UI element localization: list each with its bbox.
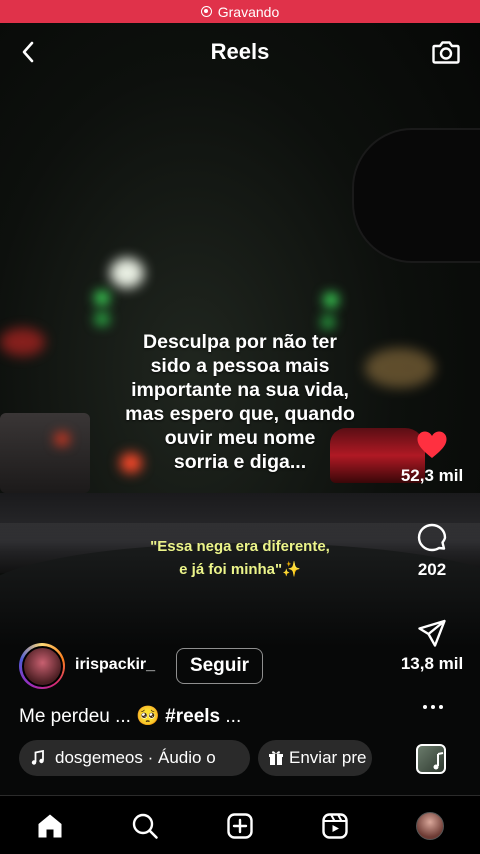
comment-count: 202 — [417, 560, 447, 579]
share-button[interactable]: 13,8 mil — [387, 618, 477, 674]
profile-avatar — [416, 812, 444, 840]
recording-indicator: Gravando — [0, 0, 480, 23]
gift-pill[interactable]: Enviar pre — [258, 740, 372, 776]
like-button[interactable]: 52,3 mil — [387, 430, 477, 486]
search-icon — [132, 813, 158, 839]
audio-pill[interactable]: dosgemeos · Áudio o — [19, 740, 250, 776]
caption-text: Me perdeu ... 🥺 — [19, 706, 160, 727]
nav-search[interactable] — [129, 810, 161, 842]
caption-more[interactable]: ... — [225, 706, 241, 727]
audio-thumbnail[interactable] — [416, 744, 446, 774]
more-options-button[interactable] — [418, 700, 448, 714]
share-count: 13,8 mil — [400, 654, 464, 673]
author-avatar[interactable] — [19, 643, 65, 689]
reels-icon — [322, 813, 348, 839]
video-overlay-quote: "Essa nega era diferente, e já foi minha… — [150, 538, 330, 578]
dot-icon — [423, 705, 427, 709]
camera-button[interactable] — [430, 36, 462, 68]
hashtag-link[interactable]: #reels — [165, 706, 220, 727]
bottom-navigation — [0, 795, 480, 854]
traffic-light — [95, 291, 109, 305]
page-title: Reels — [210, 39, 270, 64]
avatar — [21, 645, 63, 687]
nav-reels[interactable] — [319, 810, 351, 842]
heart-icon — [417, 431, 447, 458]
music-note-icon — [31, 750, 44, 765]
nav-profile[interactable] — [414, 810, 446, 842]
gift-label: Enviar pre — [289, 748, 367, 767]
nav-home[interactable] — [34, 810, 66, 842]
recording-label: Gravando — [217, 3, 280, 20]
record-icon — [200, 6, 212, 17]
comment-icon — [417, 523, 447, 552]
traffic-light — [322, 316, 334, 328]
gift-icon — [269, 751, 283, 765]
send-icon — [418, 619, 446, 647]
traffic-light — [324, 293, 338, 307]
like-count: 52,3 mil — [400, 466, 464, 485]
dot-icon — [439, 705, 443, 709]
music-note-icon — [433, 752, 444, 770]
dot-icon — [431, 705, 435, 709]
sign-light — [0, 328, 45, 356]
comment-button[interactable]: 202 — [387, 522, 477, 580]
video-overlay-text: Desculpa por não ter sido a pessoa mais … — [125, 331, 355, 473]
audio-label: dosgemeos · Áudio o — [55, 748, 216, 767]
follow-button[interactable]: Seguir — [176, 648, 263, 684]
author-username[interactable]: irispackir_ — [75, 656, 155, 674]
home-icon — [38, 814, 62, 838]
post-caption[interactable]: Me perdeu ... 🥺 #reels ... — [19, 704, 241, 728]
tail-light — [55, 433, 69, 445]
nav-create[interactable] — [224, 810, 256, 842]
create-icon — [227, 813, 253, 839]
street-light — [110, 258, 144, 288]
top-bar: Reels — [0, 30, 480, 74]
rearview-mirror — [352, 128, 480, 263]
traffic-light — [95, 313, 109, 325]
camera-icon — [432, 41, 460, 64]
